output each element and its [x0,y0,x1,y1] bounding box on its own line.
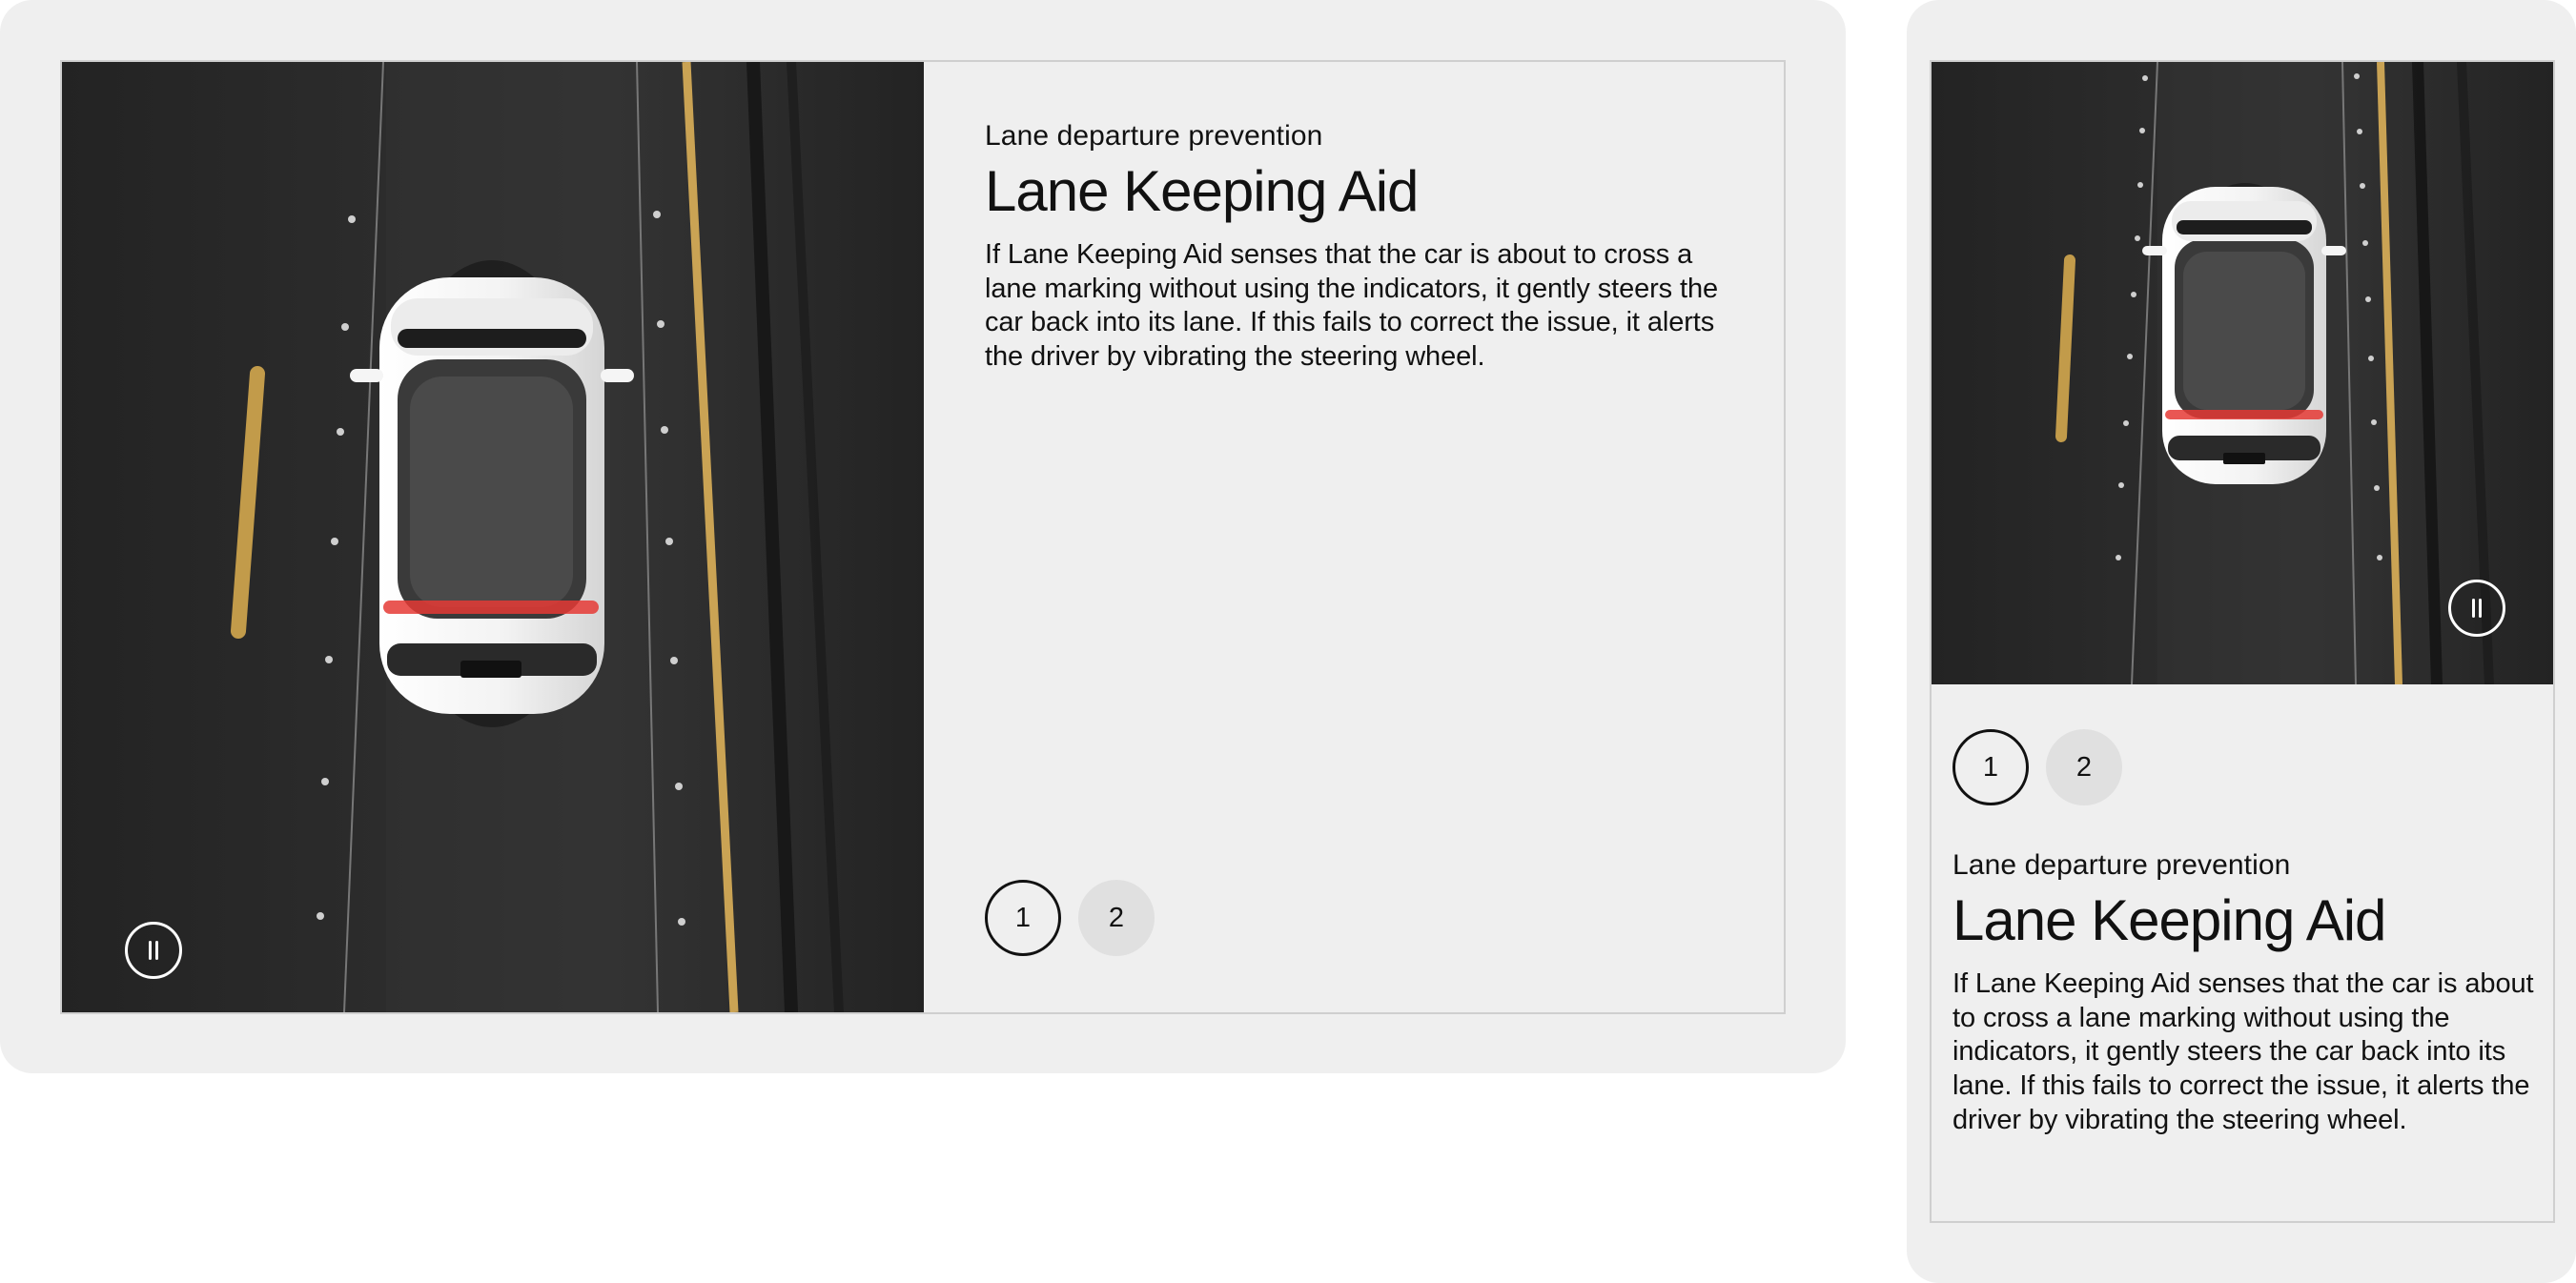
desktop-page-1-button[interactable]: 1 [985,880,1061,956]
desktop-eyebrow: Lane departure prevention [985,120,1323,152]
mobile-page-1-button[interactable]: 1 [1952,729,2029,805]
mobile-text-content: Lane departure prevention Lane Keeping A… [1952,848,2544,1137]
mobile-page-2-button[interactable]: 2 [2046,729,2122,805]
desktop-feature-card: Lane departure prevention Lane Keeping A… [60,60,1786,1014]
mobile-pause-button[interactable] [2448,580,2505,637]
mobile-title: Lane Keeping Aid [1952,888,2386,952]
mobile-pagination: 1 2 [1952,729,2122,805]
desktop-frame: Lane departure prevention Lane Keeping A… [0,0,1846,1073]
desktop-title: Lane Keeping Aid [985,159,1419,223]
desktop-description: If Lane Keeping Aid senses that the car … [985,239,1719,372]
desktop-page-2-button[interactable]: 2 [1078,880,1155,956]
mobile-eyebrow: Lane departure prevention [1952,849,2291,881]
desktop-text-content: Lane departure prevention Lane Keeping A… [985,119,1738,375]
desktop-pagination: 1 2 [985,880,1155,956]
mobile-feature-card: 1 2 Lane departure prevention Lane Keepi… [1930,60,2555,1223]
road-car-illustration [62,62,924,1012]
desktop-pause-button[interactable] [125,922,182,979]
pause-icon [147,941,160,960]
pause-icon [2470,599,2484,618]
mobile-frame: 1 2 Lane departure prevention Lane Keepi… [1907,0,2576,1283]
mobile-description: If Lane Keeping Aid senses that the car … [1952,968,2534,1135]
desktop-feature-video[interactable] [62,62,924,1012]
mobile-feature-video[interactable] [1932,62,2553,684]
